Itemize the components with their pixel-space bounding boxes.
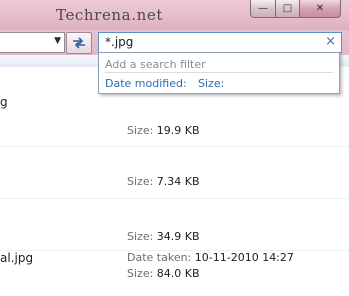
close-button[interactable]: ✕ [300, 0, 341, 18]
prop-label: Size: [127, 230, 154, 243]
file-name: g [0, 95, 8, 109]
clear-search-icon[interactable]: × [325, 34, 336, 49]
search-box[interactable]: × [98, 32, 342, 53]
file-row[interactable]: Size: 7.34 KB [0, 147, 349, 199]
prop-value: 19.9 KB [156, 124, 200, 137]
watermark-text: Techrena.net [56, 6, 163, 24]
prop-value: 7.34 KB [156, 175, 200, 188]
search-input[interactable] [105, 35, 305, 49]
refresh-arrows-icon [73, 37, 85, 49]
prop-label: Size: [127, 175, 154, 188]
maximize-icon: □ [282, 2, 293, 14]
search-filter-dropdown: Add a search filter Date modified: Size: [98, 52, 340, 94]
file-prop: Date taken: 10-11-2010 14:27 [127, 251, 294, 264]
file-row[interactable]: Size: 34.9 KB [0, 199, 349, 251]
prop-label: Date taken: [127, 251, 192, 264]
file-prop: Size: 19.9 KB [127, 124, 200, 137]
prop-value: 10-11-2010 14:27 [194, 251, 294, 264]
dropdown-header: Add a search filter [105, 58, 206, 71]
minimize-button[interactable]: — [250, 0, 276, 18]
prop-label: Size: [127, 267, 154, 280]
address-field[interactable]: ▼ [0, 32, 65, 53]
prop-label: Size: [127, 124, 154, 137]
minimize-icon: — [258, 2, 268, 14]
file-prop: Size: 34.9 KB [127, 230, 200, 243]
file-prop: Size: 7.34 KB [127, 175, 200, 188]
filter-size[interactable]: Size: [198, 77, 224, 90]
filter-date-modified[interactable]: Date modified: [105, 77, 187, 90]
file-name: al.jpg [0, 251, 34, 265]
file-row[interactable]: al.jpg Date taken: 10-11-2010 14:27 Size… [0, 251, 349, 296]
file-row[interactable]: g Size: 19.9 KB [0, 95, 349, 147]
prop-value: 34.9 KB [156, 230, 200, 243]
refresh-button[interactable] [66, 32, 92, 54]
file-prop: Size: 84.0 KB [127, 267, 200, 280]
close-icon: ✕ [315, 2, 325, 14]
window-controls: — □ ✕ [250, 0, 341, 18]
prop-value: 84.0 KB [156, 267, 200, 280]
chevron-down-icon[interactable]: ▼ [54, 36, 61, 46]
title-bar: Techrena.net — □ ✕ [0, 0, 349, 30]
maximize-button[interactable]: □ [276, 0, 300, 18]
dropdown-divider [105, 72, 333, 73]
